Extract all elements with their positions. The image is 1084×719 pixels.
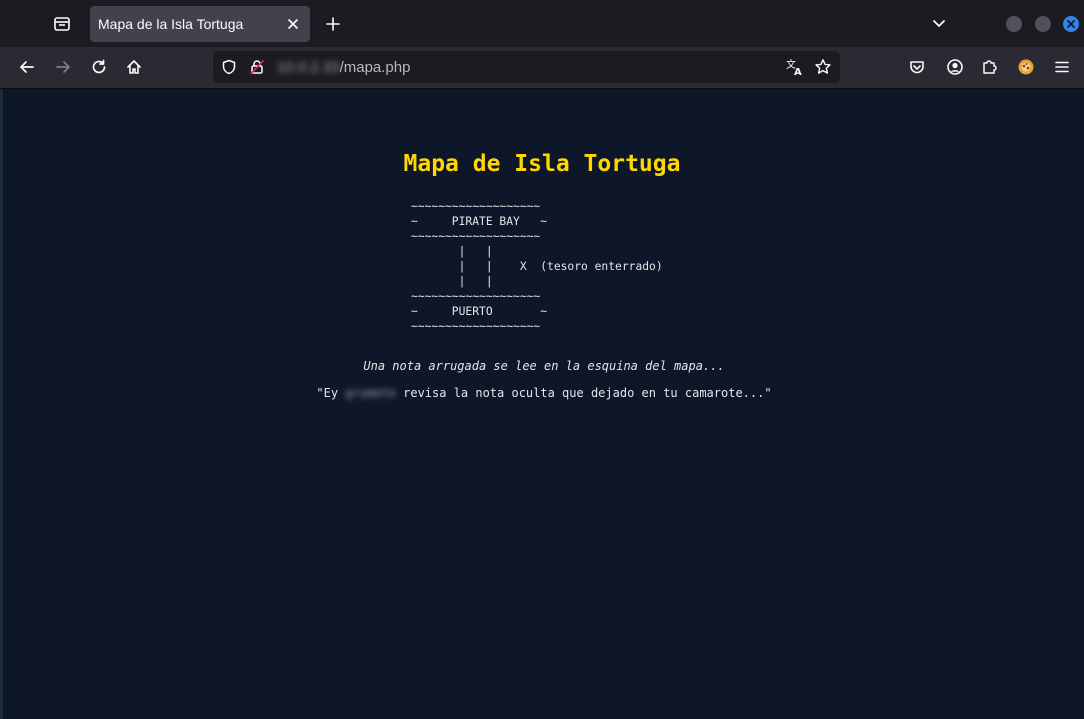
home-icon xyxy=(126,59,142,75)
star-icon[interactable] xyxy=(814,58,832,76)
plus-icon xyxy=(326,17,340,31)
arrow-left-icon xyxy=(19,59,35,75)
shield-icon[interactable] xyxy=(220,58,238,76)
lock-slash-icon[interactable] xyxy=(248,58,266,76)
url-host: 10.0.2.33 xyxy=(277,59,340,76)
map-line: | | xyxy=(411,245,493,258)
tab-list-button[interactable] xyxy=(46,8,78,40)
chevron-down-icon xyxy=(932,19,946,29)
tab-list-icon xyxy=(53,15,71,33)
tab-title: Mapa de la Isla Tortuga xyxy=(98,16,244,32)
reload-button[interactable] xyxy=(84,52,114,82)
address-bar[interactable]: 10.0.2.33 /mapa.php 文 A xyxy=(213,51,840,83)
pocket-button[interactable] xyxy=(902,52,932,82)
tab-active[interactable]: Mapa de la Isla Tortuga xyxy=(90,6,310,42)
extension-button[interactable] xyxy=(1011,52,1041,82)
translate-icon[interactable]: 文 A xyxy=(786,58,804,76)
menu-button[interactable] xyxy=(1047,52,1077,82)
map-line: ~ PUERTO ~ xyxy=(411,305,548,318)
map-line: ~ PIRATE BAY ~ xyxy=(411,215,548,228)
redacted-name: grumete xyxy=(345,386,396,400)
window-maximize-button[interactable] xyxy=(1035,16,1051,32)
page-title: Mapa de Isla Tortuga xyxy=(403,151,681,177)
url-text[interactable]: 10.0.2.33 /mapa.php xyxy=(277,59,410,76)
map-line: ~~~~~~~~~~~~~~~~~~~ xyxy=(411,200,541,213)
back-button[interactable] xyxy=(12,52,42,82)
hamburger-menu-icon xyxy=(1054,59,1070,75)
new-tab-button[interactable] xyxy=(318,9,348,39)
note-quote-suffix: revisa la nota oculta que dejado en tu c… xyxy=(395,386,772,400)
map-line: | | xyxy=(411,275,493,288)
list-all-tabs-button[interactable] xyxy=(924,9,954,39)
page-content: Mapa de Isla Tortuga ~~~~~~~~~~~~~~~~~~~… xyxy=(0,89,1084,719)
home-button[interactable] xyxy=(119,52,149,82)
svg-text:A: A xyxy=(794,67,802,76)
navigation-toolbar: 10.0.2.33 /mapa.php 文 A xyxy=(0,47,1084,89)
map-line: ~~~~~~~~~~~~~~~~~~~ xyxy=(411,230,541,243)
note-intro: Una nota arrugada se lee en la esquina d… xyxy=(363,359,725,373)
extension-icon xyxy=(1017,58,1035,76)
close-icon xyxy=(1067,20,1075,28)
window-close-button[interactable] xyxy=(1063,16,1079,32)
map-line: | | X (tesoro enterrado) xyxy=(411,260,663,273)
map-line: ~~~~~~~~~~~~~~~~~~~ xyxy=(411,290,541,303)
account-icon xyxy=(946,58,964,76)
tab-strip: Mapa de la Isla Tortuga xyxy=(0,0,1084,47)
ascii-map: ~~~~~~~~~~~~~~~~~~~ ~ PIRATE BAY ~ ~~~~~… xyxy=(411,199,663,334)
note-quote-prefix: "Ey xyxy=(316,386,346,400)
puzzle-icon xyxy=(981,58,999,76)
reload-icon xyxy=(91,59,107,75)
window-edge xyxy=(0,89,3,719)
extensions-button[interactable] xyxy=(975,52,1005,82)
close-icon xyxy=(287,18,299,30)
window-minimize-button[interactable] xyxy=(1006,16,1022,32)
note-quote: "Ey grumete revisa la nota oculta que de… xyxy=(0,386,1084,400)
tab-close-button[interactable] xyxy=(284,15,302,33)
pocket-icon xyxy=(909,59,925,75)
account-button[interactable] xyxy=(940,52,970,82)
map-line: ~~~~~~~~~~~~~~~~~~~ xyxy=(411,320,541,333)
arrow-right-icon xyxy=(55,59,71,75)
url-path: /mapa.php xyxy=(339,59,411,76)
forward-button[interactable] xyxy=(48,52,78,82)
